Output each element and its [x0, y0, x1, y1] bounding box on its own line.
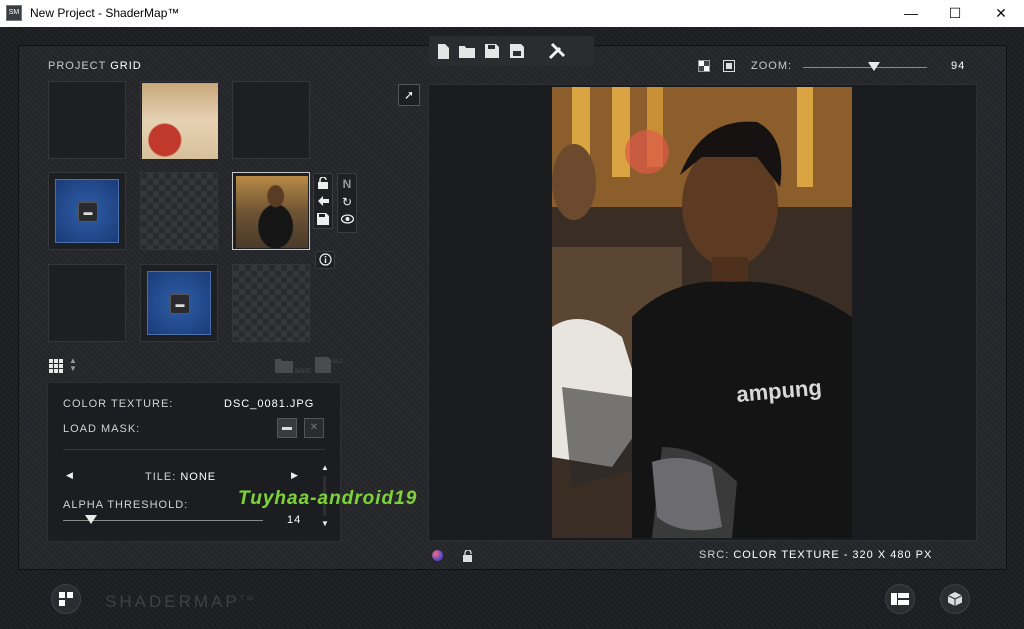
- main-toolbar: [429, 36, 594, 66]
- color-texture-label: COLOR TEXTURE:: [63, 398, 174, 410]
- load-mask-label: LOAD MASK:: [63, 423, 141, 435]
- grid-layout-icon[interactable]: [49, 359, 63, 373]
- new-file-icon[interactable]: [435, 44, 451, 60]
- all-label: ALL: [332, 359, 343, 365]
- alpha-threshold-thumb[interactable]: [85, 515, 97, 524]
- tile-prev-arrow-icon[interactable]: ◀: [66, 470, 73, 481]
- window-title: New Project - ShaderMap™: [30, 6, 180, 20]
- bake-label: BAKE: [295, 369, 312, 375]
- cell-actions-strip: [313, 173, 333, 229]
- grid-cell-robot-thumbnail[interactable]: [140, 81, 218, 159]
- watermark-text: Tuyhaa-android19: [238, 488, 418, 509]
- save-as-icon[interactable]: [509, 44, 525, 60]
- load-folder-icon[interactable]: ▬: [170, 294, 190, 314]
- arrow-left-icon[interactable]: [316, 195, 330, 209]
- tile-next-arrow-icon[interactable]: ▶: [291, 470, 298, 481]
- color-texture-filename: DSC_0081.JPG: [224, 398, 315, 410]
- 3d-preview-button[interactable]: [940, 584, 970, 614]
- maximize-button[interactable]: ☐: [932, 0, 978, 27]
- zoom-label: ZOOM:: [751, 60, 793, 72]
- lock-icon[interactable]: [316, 176, 330, 191]
- bottom-bar: SHADERMAPTM: [0, 570, 1024, 629]
- clear-mask-icon[interactable]: ✕: [304, 418, 324, 438]
- scroll-down-icon[interactable]: ▼: [321, 519, 329, 528]
- color-texture-preview-image: ampung: [552, 87, 852, 538]
- app-icon: SM: [6, 5, 22, 21]
- robot-thumbnail-image: [142, 83, 218, 159]
- main-menu-button[interactable]: [51, 584, 81, 614]
- cell-view-strip: N ↻: [337, 173, 357, 233]
- alpha-threshold-value: 14: [287, 514, 302, 526]
- grid-cell-empty[interactable]: [48, 264, 126, 342]
- blue-map-tile: ▬: [147, 271, 211, 335]
- title-bar: SM New Project - ShaderMap™ — ☐ ✕: [0, 0, 1024, 27]
- info-button[interactable]: [315, 251, 335, 269]
- checker-background-toggle[interactable]: [698, 60, 710, 72]
- bake-icon[interactable]: [275, 357, 293, 373]
- close-button[interactable]: ✕: [978, 0, 1024, 27]
- color-texture-thumbnail: [236, 176, 308, 248]
- save-icon[interactable]: [484, 44, 500, 60]
- minimize-button[interactable]: —: [888, 0, 934, 27]
- eye-icon[interactable]: [340, 213, 354, 227]
- normal-map-icon[interactable]: N: [340, 177, 354, 191]
- grid-cell-empty[interactable]: [48, 81, 126, 159]
- grid-cell-empty[interactable]: [232, 81, 310, 159]
- zoom-thumb[interactable]: [867, 62, 880, 71]
- tile-setting: TILE: NONE: [145, 471, 217, 483]
- unlock-icon[interactable]: [462, 549, 473, 562]
- wrench-screwdriver-icon[interactable]: [548, 42, 566, 60]
- zoom-slider[interactable]: [803, 67, 927, 68]
- load-mask-folder-icon[interactable]: ▬: [277, 418, 297, 438]
- source-status: SRC: COLOR TEXTURE - 320 X 480 PX: [699, 549, 933, 561]
- grid-cell-transparent[interactable]: [140, 172, 218, 250]
- save-icon[interactable]: [316, 213, 330, 227]
- texture-properties-panel: COLOR TEXTURE: DSC_0081.JPG LOAD MASK: ▬…: [47, 382, 341, 542]
- project-grid-label: PROJECT GRID: [48, 60, 142, 72]
- texture-preview-viewport[interactable]: ampung: [428, 84, 977, 541]
- save-all-icon[interactable]: [315, 357, 331, 373]
- divider: [63, 449, 325, 450]
- open-folder-icon[interactable]: [459, 44, 475, 60]
- blue-map-tile: ▬: [55, 179, 119, 243]
- color-sphere-icon[interactable]: [432, 550, 443, 561]
- grid-cell-transparent[interactable]: [232, 264, 310, 342]
- load-folder-icon[interactable]: ▬: [78, 202, 98, 222]
- grid-cell-color-texture-selected[interactable]: [232, 172, 310, 250]
- scroll-up-icon[interactable]: ▲: [321, 463, 329, 472]
- info-icon: [318, 253, 332, 267]
- grid-size-stepper[interactable]: ▲ ▼: [69, 357, 77, 373]
- fit-view-toggle[interactable]: [723, 60, 735, 72]
- alpha-threshold-label: ALPHA THRESHOLD:: [63, 499, 189, 511]
- grid-cell-blue[interactable]: ▬: [48, 172, 126, 250]
- refresh-icon[interactable]: ↻: [340, 195, 354, 209]
- shadermap-logo: SHADERMAPTM: [105, 592, 256, 611]
- app-body: PROJECT GRID ▬ N ↻ ▬ ▲ ▼ BAKE ALL COLOR …: [0, 27, 1024, 629]
- zoom-value: 94: [951, 60, 966, 72]
- layout-view-button[interactable]: [885, 584, 915, 614]
- main-frame: PROJECT GRID ▬ N ↻ ▬ ▲ ▼ BAKE ALL COLOR …: [18, 36, 1007, 570]
- pan-tool-icon[interactable]: ➚: [398, 84, 420, 106]
- grid-cell-blue[interactable]: ▬: [140, 264, 218, 342]
